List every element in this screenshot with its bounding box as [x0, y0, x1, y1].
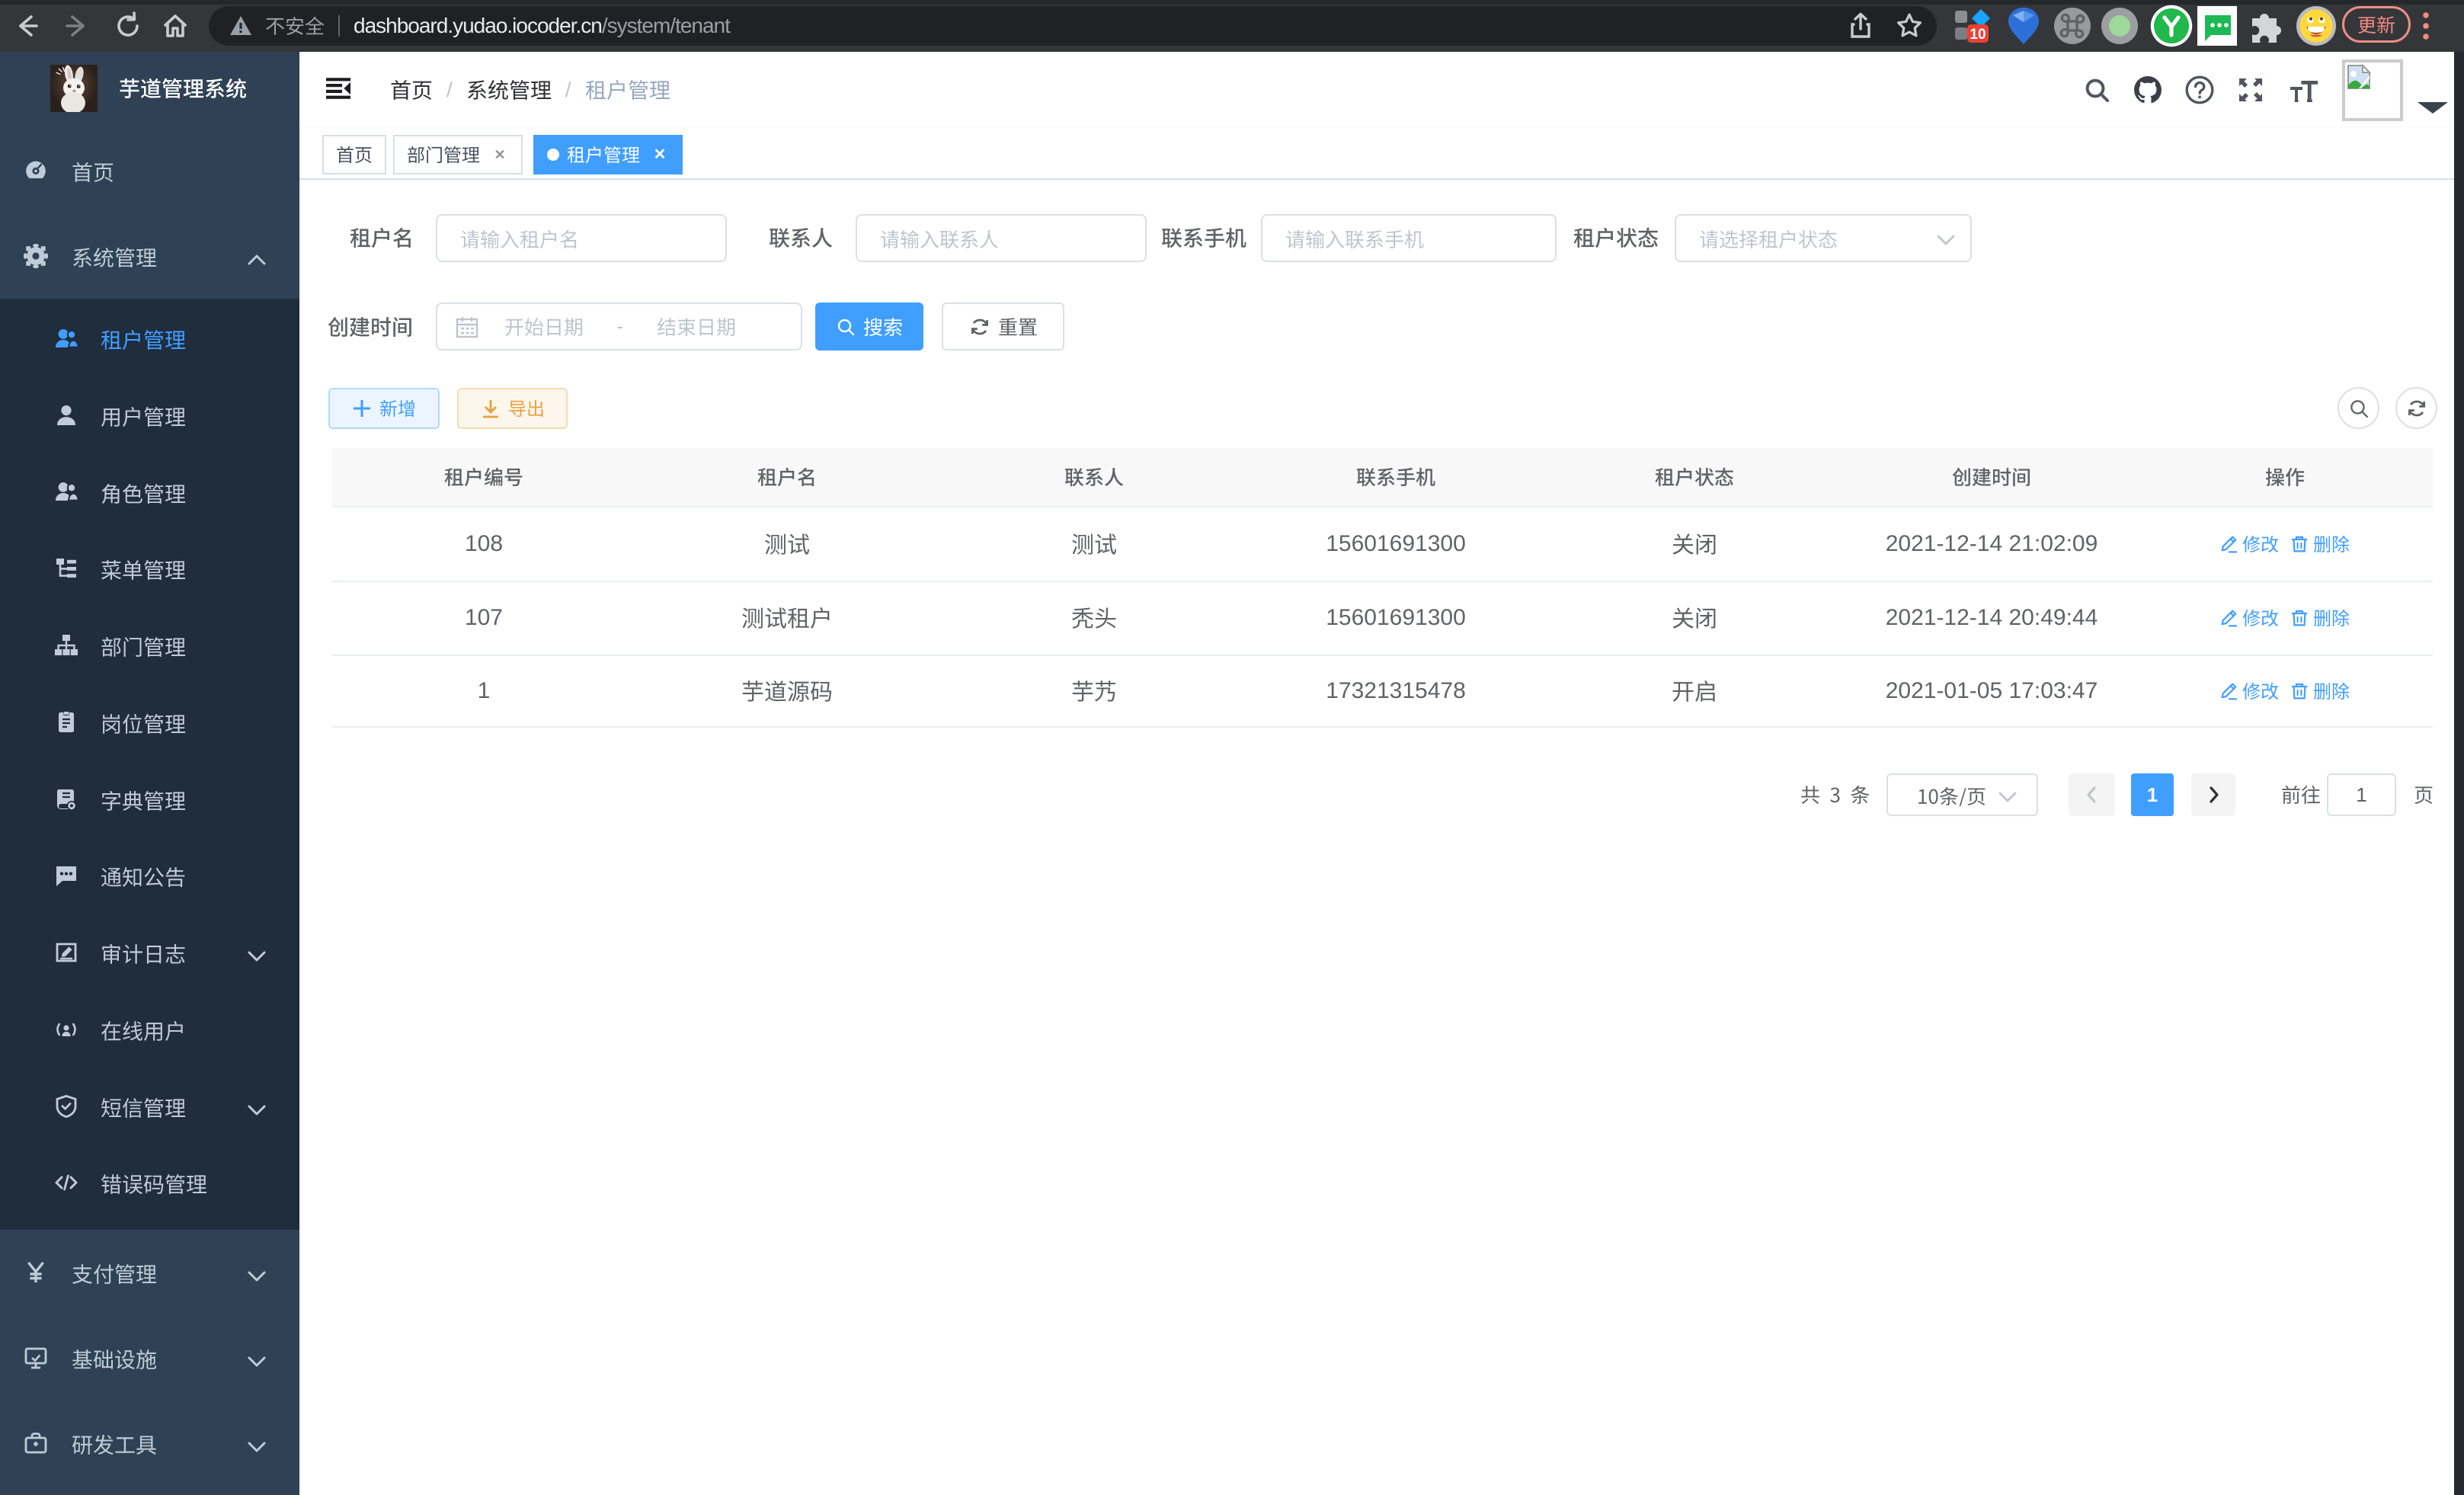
svg-text:10: 10 — [1970, 27, 1986, 43]
